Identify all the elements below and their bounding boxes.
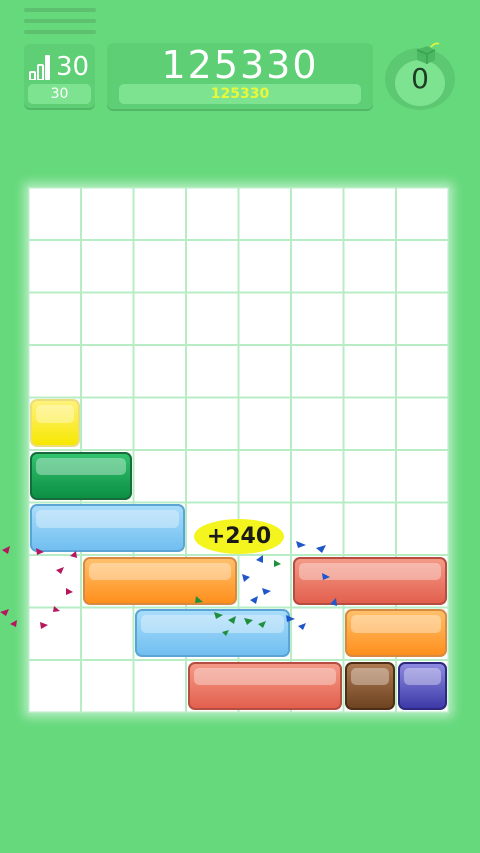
level-target: 30 xyxy=(28,84,91,104)
block-blue[interactable] xyxy=(30,504,185,552)
block-navy[interactable] xyxy=(397,661,447,710)
menu-icon[interactable] xyxy=(24,8,96,36)
block-red[interactable] xyxy=(292,556,447,605)
block-yellow[interactable] xyxy=(30,399,80,447)
score-panel: 125330 125330 xyxy=(107,43,373,109)
current-score: 125330 xyxy=(161,43,319,87)
block-orange[interactable] xyxy=(345,609,447,657)
best-score: 125330 xyxy=(119,84,361,104)
bomb-button[interactable]: 0 xyxy=(385,42,455,110)
level-panel: 30 30 xyxy=(24,44,95,108)
game-board[interactable] xyxy=(28,187,449,713)
points-popup: +240 xyxy=(194,519,284,554)
level-value: 30 xyxy=(56,52,90,82)
menu-bar xyxy=(24,19,96,23)
block-brown[interactable] xyxy=(345,661,395,710)
menu-bar xyxy=(24,8,96,12)
menu-bar xyxy=(24,30,96,34)
block-green[interactable] xyxy=(30,451,132,500)
block-blue[interactable] xyxy=(135,609,290,657)
block-red[interactable] xyxy=(187,661,342,710)
block-orange[interactable] xyxy=(82,556,237,605)
signal-bars-icon xyxy=(29,55,50,80)
bomb-count: 0 xyxy=(411,62,429,95)
